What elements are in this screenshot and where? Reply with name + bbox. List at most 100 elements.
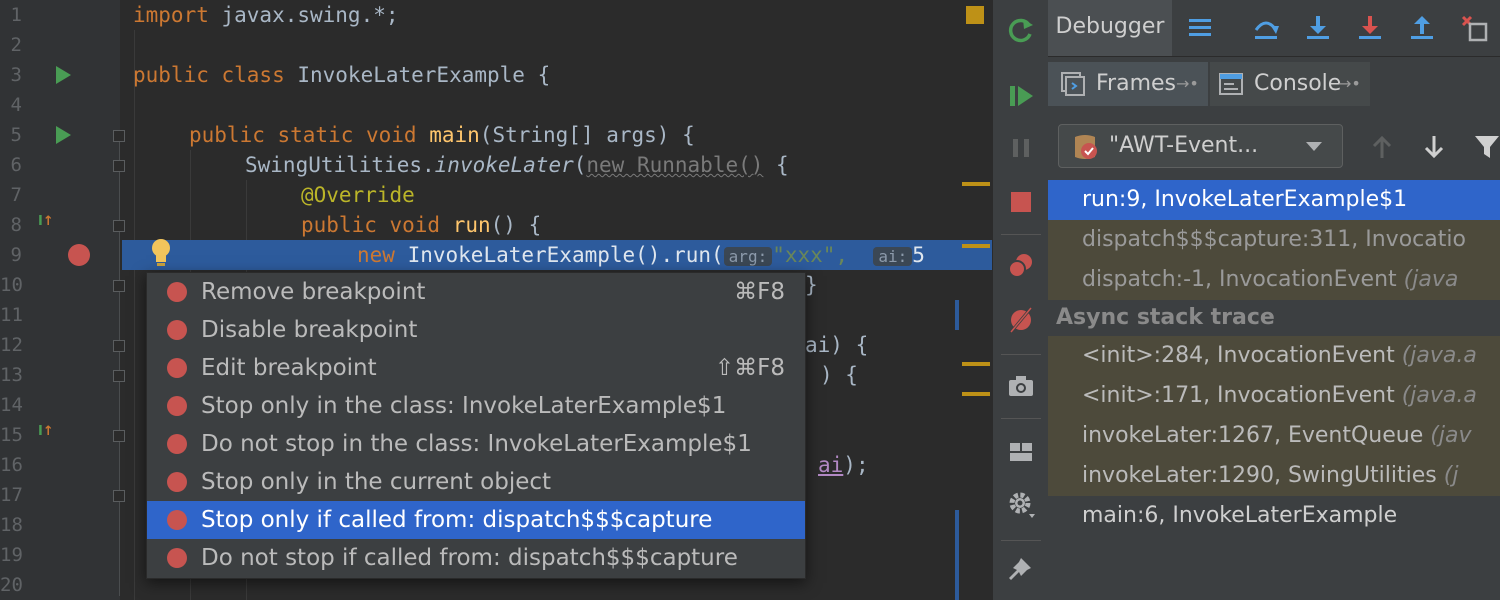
scroll-marker[interactable] [955, 510, 959, 600]
line-number: 1 [10, 4, 22, 26]
force-step-into-icon[interactable] [1356, 14, 1384, 42]
scroll-marker[interactable] [962, 362, 990, 366]
code-line: ai) { [805, 333, 869, 357]
breakpoint-context-menu[interactable]: Remove breakpoint ⌘F8 Disable breakpoint … [146, 272, 806, 579]
run-gutter-icon[interactable] [56, 66, 71, 84]
frame-item[interactable]: <init>:171, InvocationEvent (java.a [1048, 376, 1500, 416]
line-number: 7 [10, 184, 22, 206]
implements-gutter-icon[interactable]: I↑ [38, 214, 54, 229]
code-line: ) { [820, 363, 858, 387]
frame-item[interactable]: run:9, InvokeLaterExample$1 [1048, 180, 1500, 220]
frame-item[interactable]: <init>:284, InvocationEvent (java.a [1048, 336, 1500, 376]
breakpoint-icon [167, 396, 187, 416]
breakpoint-icon [167, 548, 187, 568]
menu-item-remove-breakpoint[interactable]: Remove breakpoint ⌘F8 [147, 273, 805, 311]
pin-icon[interactable]: →• [1338, 62, 1361, 106]
line-number: 19 [0, 544, 23, 566]
scroll-marker[interactable] [962, 182, 990, 186]
divider [1001, 234, 1041, 235]
frame-item[interactable]: dispatch$$$capture:311, Invocatio [1048, 220, 1500, 260]
view-breakpoints-icon[interactable] [1007, 252, 1035, 280]
line-number: 8 [10, 214, 22, 236]
divider [1001, 540, 1041, 541]
async-stack-trace-header: Async stack trace [1056, 305, 1275, 330]
lightbulb-icon[interactable] [148, 236, 174, 268]
breakpoint-icon [167, 320, 187, 340]
step-out-icon[interactable] [1408, 14, 1436, 42]
menu-item-do-not-stop-if-called-from[interactable]: Do not stop if called from: dispatch$$$c… [147, 539, 805, 577]
fold-icon[interactable] [113, 490, 125, 502]
pin-icon[interactable] [1007, 556, 1035, 584]
line-number: 12 [0, 334, 23, 356]
menu-item-stop-only-current-object[interactable]: Stop only in the current object [147, 463, 805, 501]
previous-frame-icon[interactable] [1370, 134, 1394, 160]
breakpoint-icon [167, 358, 187, 378]
menu-item-stop-only-in-class[interactable]: Stop only in the class: InvokeLaterExamp… [147, 387, 805, 425]
line-number: 13 [0, 364, 23, 386]
code-line: public void run() { [301, 213, 542, 237]
breakpoint-icon[interactable] [68, 244, 90, 266]
menu-item-edit-breakpoint[interactable]: Edit breakpoint ⇧⌘F8 [147, 349, 805, 387]
tab-console[interactable]: Console →• [1210, 62, 1370, 106]
fold-guide [119, 136, 120, 596]
code-line: @Override [301, 183, 415, 207]
stop-icon[interactable] [1007, 188, 1035, 216]
code-line: public static void main(String[] args) { [189, 123, 695, 147]
run-gutter-icon[interactable] [56, 126, 71, 144]
frame-item[interactable]: main:6, InvokeLaterExample [1048, 496, 1500, 536]
tab-frames[interactable]: Frames →• [1048, 62, 1208, 106]
line-number: 14 [0, 394, 23, 416]
pause-icon[interactable] [1007, 134, 1035, 162]
mute-breakpoints-icon[interactable] [1007, 306, 1035, 334]
snapshot-icon[interactable] [1007, 372, 1035, 400]
frame-item[interactable]: dispatch:-1, InvocationEvent (java [1048, 260, 1500, 300]
filter-icon[interactable] [1474, 134, 1500, 160]
resume-icon[interactable] [1007, 82, 1035, 110]
scroll-marker[interactable] [962, 244, 990, 248]
debugger-subtabs: Frames →• Console →• [1048, 62, 1500, 106]
scroll-marker[interactable] [955, 300, 959, 330]
thread-dropdown[interactable]: "AWT-Event... [1058, 124, 1343, 168]
fold-icon[interactable] [113, 370, 125, 382]
line-number: 20 [0, 574, 23, 596]
rerun-icon[interactable] [1007, 16, 1035, 44]
line-number: 17 [0, 484, 23, 506]
fold-icon[interactable] [113, 220, 125, 232]
fold-icon[interactable] [113, 430, 125, 442]
fold-icon[interactable] [113, 130, 125, 142]
settings-icon[interactable] [1007, 490, 1035, 518]
line-number: 10 [0, 274, 23, 296]
scroll-marker[interactable] [962, 392, 990, 396]
line-number: 5 [10, 124, 22, 146]
breakpoint-icon [167, 282, 187, 302]
drop-frame-icon[interactable] [1460, 14, 1488, 42]
implements-gutter-icon[interactable]: I↑ [38, 424, 54, 439]
frame-item[interactable]: invokeLater:1290, SwingUtilities (j [1048, 456, 1500, 496]
code-line: ai); [818, 453, 869, 477]
step-over-icon[interactable] [1252, 14, 1280, 42]
code-line: import javax.swing.*; [133, 3, 399, 27]
code-line: SwingUtilities.invokeLater(new Runnable(… [245, 153, 789, 177]
fold-icon[interactable] [113, 280, 125, 292]
step-into-icon[interactable] [1304, 14, 1332, 42]
menu-item-stop-only-if-called-from[interactable]: Stop only if called from: dispatch$$$cap… [147, 501, 805, 539]
show-execution-point-icon[interactable] [1186, 14, 1214, 42]
debugger-panel: Debugger Frames →• Console →• "AWT-Event… [1048, 0, 1500, 600]
frame-item[interactable]: invokeLater:1267, EventQueue (jav [1048, 416, 1500, 456]
layout-icon[interactable] [1007, 438, 1035, 466]
fold-icon[interactable] [113, 340, 125, 352]
line-number: 11 [0, 304, 23, 326]
code-line-current: new InvokeLaterExample().run(arg: "xxx", … [357, 243, 925, 267]
menu-item-do-not-stop-in-class[interactable]: Do not stop in the class: InvokeLaterExa… [147, 425, 805, 463]
menu-item-disable-breakpoint[interactable]: Disable breakpoint [147, 311, 805, 349]
pin-icon[interactable]: →• [1176, 62, 1199, 106]
line-number: 4 [10, 94, 22, 116]
frames-icon [1061, 72, 1085, 96]
warning-marker[interactable] [966, 6, 984, 24]
thread-selector-row: "AWT-Event... [1048, 114, 1500, 178]
fold-icon[interactable] [113, 160, 125, 172]
next-frame-icon[interactable] [1422, 134, 1446, 160]
tab-debugger[interactable]: Debugger [1048, 0, 1172, 56]
debugger-toolbar: Debugger [1048, 0, 1500, 57]
editor-gutter[interactable]: 1 2 3 4 5 6 7 8 9 10 11 12 13 14 15 16 1… [0, 0, 125, 600]
